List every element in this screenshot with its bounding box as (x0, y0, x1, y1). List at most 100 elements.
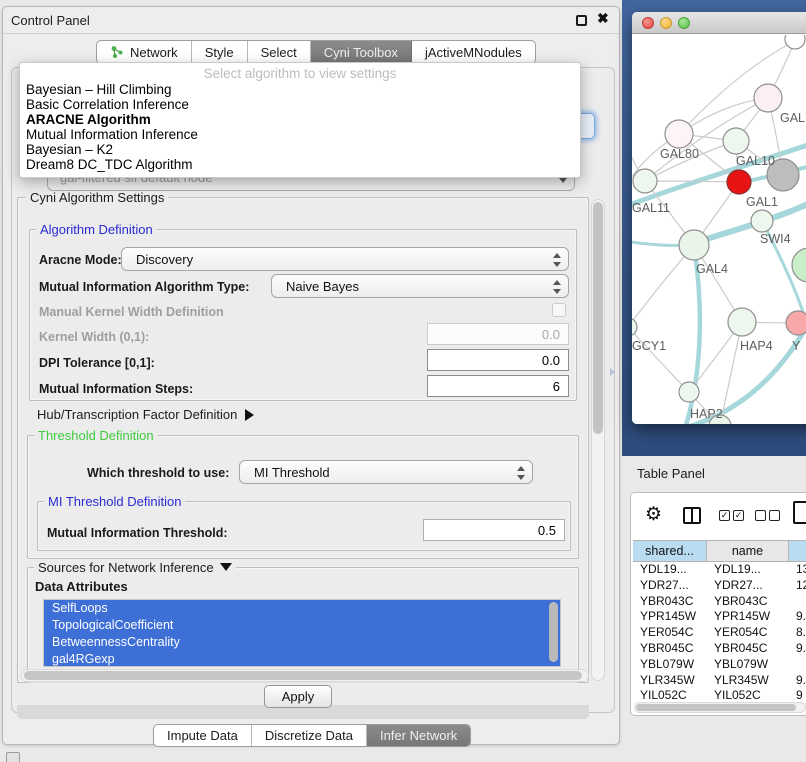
table-horizontal-scrollbar[interactable] (634, 702, 806, 713)
mi-steps-input[interactable]: 6 (427, 375, 569, 397)
settings-group-title: Cyni Algorithm Settings (26, 190, 168, 205)
screen: Control Panel ✖ Network Style Select (0, 0, 806, 762)
network-view-window: GAL GAL80 GAL10 GAL1 GAL11 SWI4 GAL4 GCY… (632, 12, 806, 424)
network-node-hap4[interactable] (728, 308, 756, 336)
file-icon[interactable] (793, 501, 806, 524)
dropdown-placeholder: Select algorithm to view settings (20, 66, 580, 81)
bottom-tab-infer-network[interactable]: Infer Network (367, 725, 470, 746)
dropdown-item-basic-correlation[interactable]: Basic Correlation Inference (26, 97, 189, 112)
table-row[interactable]: YBR045CYBR045C9. (633, 641, 806, 657)
table-row[interactable]: YLR345WYLR345W9. (633, 673, 806, 689)
triangle-down-icon (220, 563, 232, 571)
column-header-shared[interactable]: shared... (633, 540, 707, 562)
settings-vertical-scrollbar[interactable] (591, 199, 605, 681)
bottom-tab-impute-data[interactable]: Impute Data (154, 725, 252, 746)
sources-group-title[interactable]: Sources for Network Inference (34, 560, 236, 575)
network-window-titlebar[interactable] (632, 12, 806, 34)
list-item-gal4rgexp[interactable]: gal4RGexp (44, 651, 560, 667)
manual-kernel-width-checkbox[interactable] (552, 303, 566, 317)
mi-threshold-input[interactable]: 0.5 (423, 519, 565, 541)
algorithm-definition-title: Algorithm Definition (36, 222, 157, 237)
close-icon[interactable]: ✖ (597, 10, 609, 27)
tab-network-label: Network (130, 45, 178, 60)
network-node-gal80[interactable] (665, 120, 693, 148)
gear-icon[interactable]: ⚙ (645, 503, 662, 526)
network-node-gal1-selected[interactable] (727, 170, 751, 194)
scrollbar-thumb[interactable] (636, 704, 796, 711)
apply-button[interactable]: Apply (264, 685, 332, 708)
mini-window-icon[interactable] (6, 752, 20, 762)
network-node-gal10[interactable] (723, 128, 749, 154)
table-row[interactable]: YER054CYER054C8. (633, 625, 806, 641)
aracne-mode-combo[interactable]: Discovery (121, 247, 569, 271)
dropdown-item-dream8[interactable]: Dream8 DC_TDC Algorithm (26, 157, 193, 172)
cyni-mode-tabbar: Impute Data Discretize Data Infer Networ… (153, 724, 471, 747)
network-node-gal4[interactable] (679, 230, 709, 260)
titlebar-divider (3, 33, 619, 34)
data-attributes-label: Data Attributes (35, 579, 128, 594)
kernel-width-label: Kernel Width (0,1): (39, 330, 149, 344)
table-window: ⚙ ✓✓ shared... name YDL19...YDL19...13 Y… (630, 492, 806, 716)
mi-algorithm-type-combo[interactable]: Naive Bayes (271, 274, 569, 298)
dropdown-item-bayesian-hill-climbing[interactable]: Bayesian – Hill Climbing (26, 82, 172, 97)
combo-stepper-icon (516, 465, 525, 481)
network-label-gal10: GAL10 (736, 154, 775, 168)
list-item-betweennesscentrality[interactable]: BetweennessCentrality (44, 634, 560, 651)
network-canvas[interactable]: GAL GAL80 GAL10 GAL1 GAL11 SWI4 GAL4 GCY… (632, 35, 806, 424)
tab-style[interactable]: Style (192, 41, 248, 63)
table-row[interactable]: YBL079WYBL079W (633, 657, 806, 673)
network-label-gal: GAL (780, 111, 805, 125)
float-window-icon[interactable] (576, 15, 587, 26)
network-label-gcy1: GCY1 (632, 339, 666, 353)
window-zoom-traffic-button[interactable] (678, 17, 690, 29)
control-panel-tabbar: Network Style Select Cyni Toolbox jActiv… (96, 40, 536, 64)
tab-jactivemnodules[interactable]: jActiveMNodules (412, 41, 535, 63)
kernel-width-input[interactable]: 0.0 (427, 323, 569, 345)
data-attributes-list: SelfLoops TopologicalCoefficient Between… (43, 599, 561, 667)
list-scrollbar[interactable] (549, 602, 558, 662)
network-label-gal1: GAL1 (746, 195, 778, 209)
mi-threshold-definition-title: MI Threshold Definition (44, 494, 185, 509)
network-node-green-right[interactable] (792, 248, 806, 282)
dropdown-item-mutual-information[interactable]: Mutual Information Inference (26, 127, 198, 142)
hub-section-toggle[interactable]: Hub/Transcription Factor Definition (37, 407, 254, 422)
network-node-hap2[interactable] (679, 382, 699, 402)
column-header-name[interactable]: name (707, 540, 789, 562)
scrollbar-thumb[interactable] (24, 671, 582, 680)
dropdown-item-aracne[interactable]: ARACNE Algorithm (26, 112, 151, 127)
table-row[interactable]: YDR27...YDR27...12 (633, 578, 806, 594)
deselect-checkboxes-icon[interactable] (755, 510, 780, 521)
column-header-extra[interactable] (789, 540, 806, 562)
network-node-unlabeled[interactable] (785, 35, 805, 49)
network-node-swi4[interactable] (751, 210, 773, 232)
manual-kernel-width-label: Manual Kernel Width Definition (39, 305, 224, 319)
tab-select[interactable]: Select (248, 41, 311, 63)
window-close-traffic-button[interactable] (642, 17, 654, 29)
list-item-selfloops[interactable]: SelfLoops (44, 600, 560, 617)
mi-algorithm-type-label: Mutual Information Algorithm Type: (39, 280, 249, 294)
table-row[interactable]: YBR043CYBR043C (633, 594, 806, 610)
aracne-mode-label: Aracne Mode: (39, 253, 122, 267)
bottom-tab-discretize-data[interactable]: Discretize Data (252, 725, 367, 746)
network-node-gcy1[interactable] (632, 318, 637, 336)
which-threshold-combo[interactable]: MI Threshold (239, 460, 533, 484)
network-node-y[interactable] (786, 311, 806, 335)
select-all-checks-icon[interactable]: ✓✓ (719, 510, 744, 521)
columns-icon[interactable] (683, 507, 701, 524)
network-node-gal11[interactable] (633, 169, 657, 193)
scrollbar-thumb[interactable] (593, 202, 603, 434)
window-minimize-traffic-button[interactable] (660, 17, 672, 29)
settings-horizontal-scrollbar[interactable] (21, 669, 589, 682)
tab-cyni-toolbox[interactable]: Cyni Toolbox (311, 41, 412, 63)
table-row[interactable]: YDL19...YDL19...13 (633, 562, 806, 578)
splitter-collapse-icon[interactable] (610, 368, 615, 376)
table-row[interactable]: YPR145WYPR145W9. (633, 609, 806, 625)
network-tab-icon (110, 45, 124, 59)
control-panel-title: Control Panel (11, 13, 90, 28)
tab-network[interactable]: Network (97, 41, 192, 63)
dropdown-item-bayesian-k2[interactable]: Bayesian – K2 (26, 142, 113, 157)
list-item-topologicalcoefficient[interactable]: TopologicalCoefficient (44, 617, 560, 634)
network-label-hap4: HAP4 (740, 339, 773, 353)
dpi-tolerance-input[interactable]: 0.0 (427, 349, 569, 371)
network-node-gal[interactable] (754, 84, 782, 112)
